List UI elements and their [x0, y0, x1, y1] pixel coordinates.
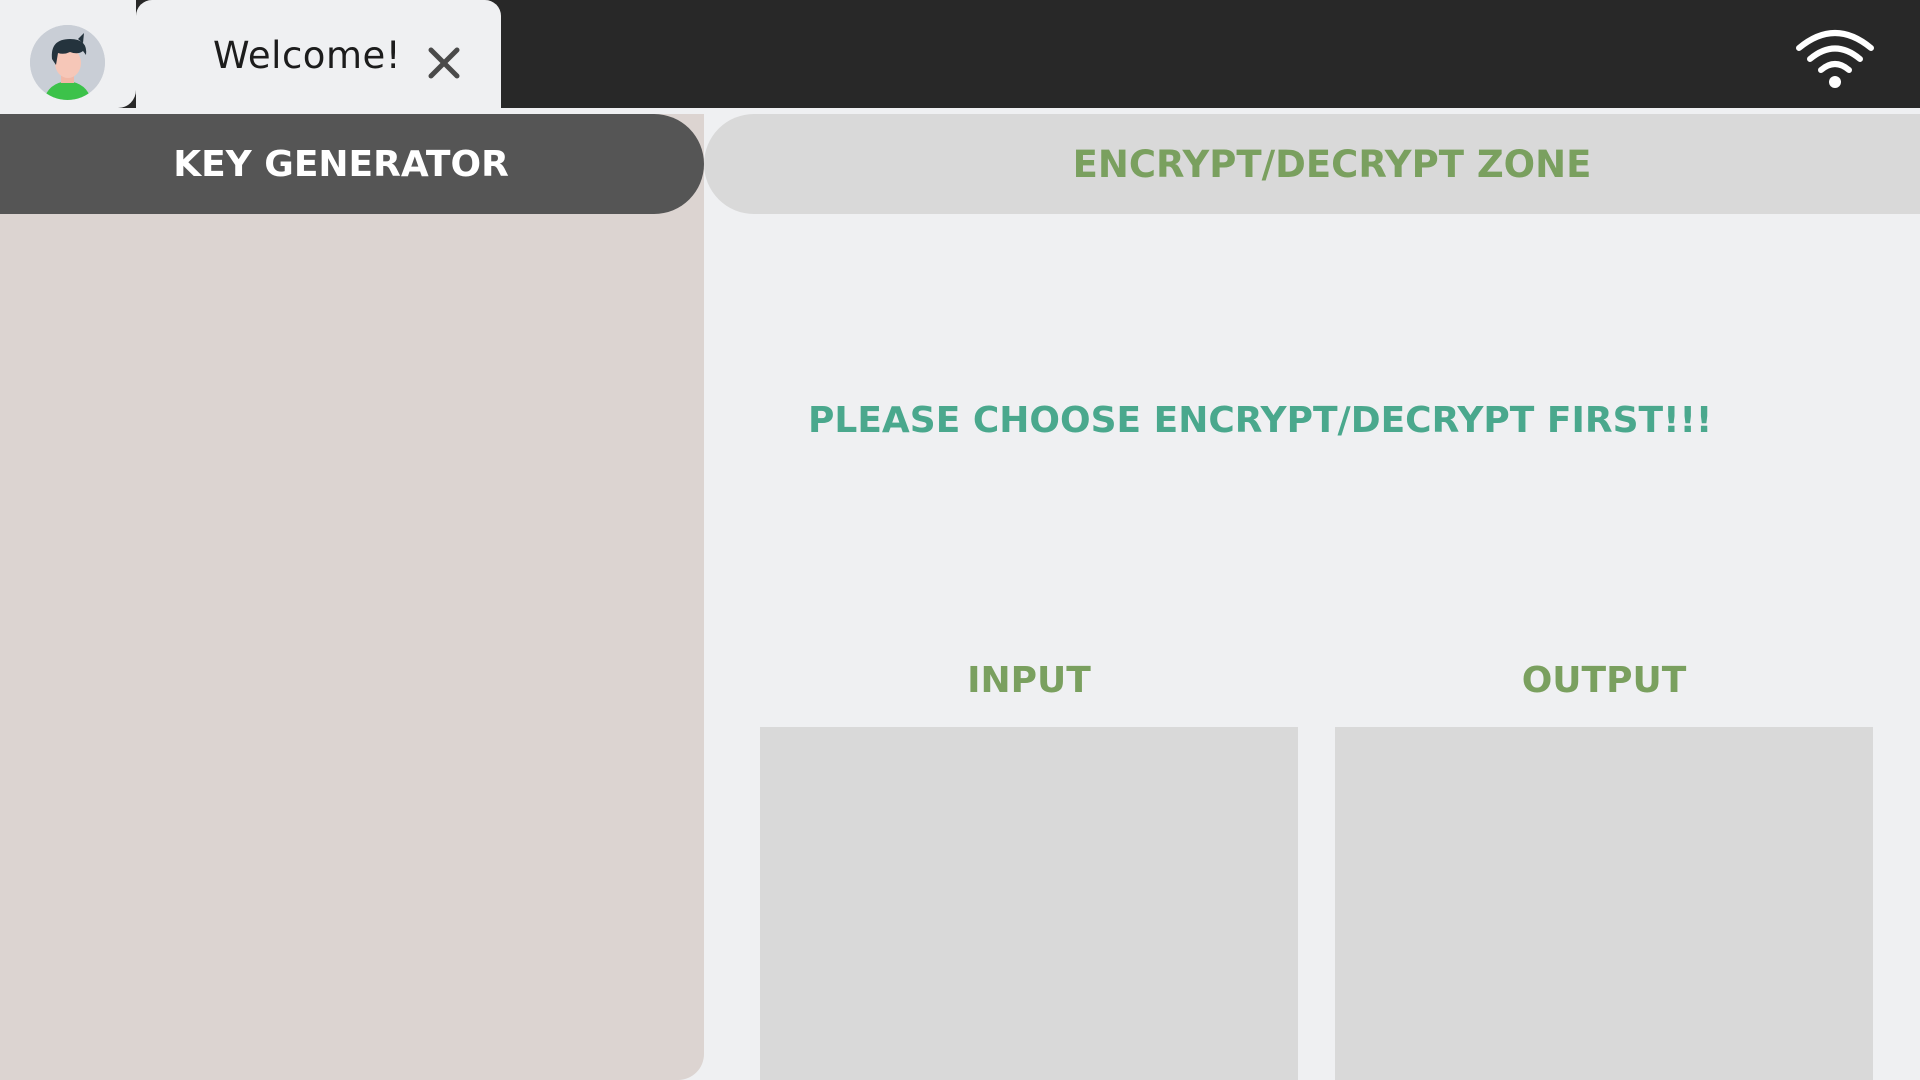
welcome-tab[interactable]: Welcome! [136, 0, 501, 108]
key-generator-panel [0, 114, 704, 1080]
user-avatar-icon[interactable] [30, 25, 105, 100]
welcome-tab-title: Welcome! [213, 34, 402, 77]
choose-mode-notice: PLEASE CHOOSE ENCRYPT/DECRYPT FIRST!!! [808, 400, 1713, 441]
tab-encrypt-decrypt-zone-label: ENCRYPT/DECRYPT ZONE [1072, 142, 1592, 186]
input-textarea[interactable] [760, 727, 1298, 1080]
input-label: INPUT [967, 660, 1091, 701]
close-icon[interactable] [426, 45, 462, 81]
output-label: OUTPUT [1521, 660, 1687, 701]
output-textarea[interactable] [1335, 727, 1873, 1080]
tab-encrypt-decrypt-zone[interactable]: ENCRYPT/DECRYPT ZONE [704, 114, 1920, 214]
tab-key-generator-label: KEY GENERATOR [173, 143, 509, 185]
tab-key-generator[interactable]: KEY GENERATOR [0, 114, 704, 214]
avatar-tab [0, 0, 136, 108]
wifi-icon[interactable] [1795, 26, 1875, 90]
